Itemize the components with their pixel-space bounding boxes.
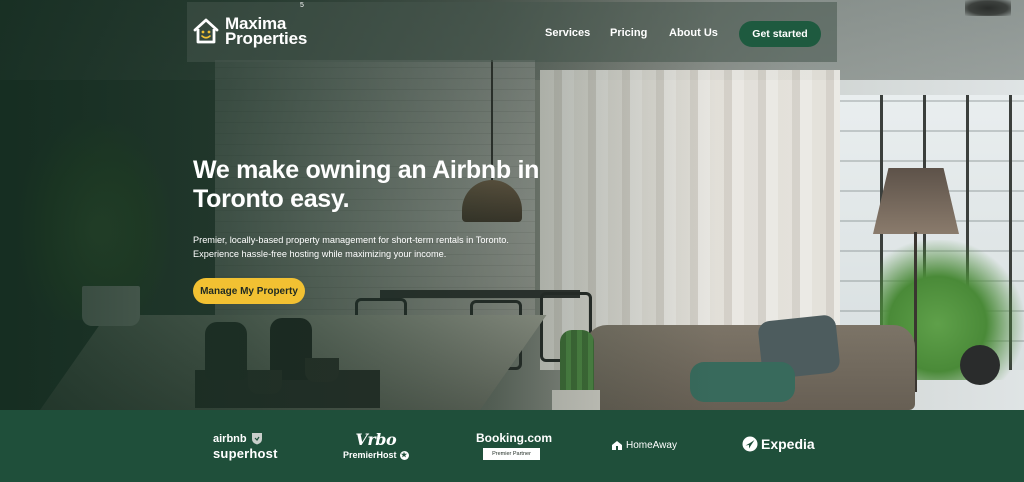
superhost-shield-icon — [251, 433, 262, 445]
superhost-wordmark: superhost — [213, 446, 278, 461]
star-badge-icon: ★ — [399, 450, 409, 460]
get-started-button[interactable]: Get started — [739, 21, 821, 47]
superscript-badge: 5 — [300, 2, 304, 9]
headline-line-2: Toronto easy. — [193, 185, 350, 213]
subtext-line-2: Experience hassle-free hosting while max… — [193, 248, 447, 259]
nav-link-services[interactable]: Services — [545, 27, 590, 39]
vrbo-premierhost-logo: Vrbo PremierHost ★ — [343, 430, 409, 460]
nav-link-about-us[interactable]: About Us — [669, 27, 718, 39]
nav-link-pricing[interactable]: Pricing — [610, 27, 647, 39]
house-logo-icon — [193, 18, 219, 44]
expedia-logo: Expedia — [742, 436, 815, 452]
hero-headline: We make owning an Airbnb in Toronto easy… — [193, 156, 553, 214]
airbnb-superhost-logo: airbnb superhost — [213, 432, 278, 462]
hero-subtext: Premier, locally-based property manageme… — [193, 234, 543, 261]
headline-line-1: We make owning an Airbnb in — [193, 156, 540, 184]
brand-logo[interactable]: Maxima Properties — [193, 15, 308, 48]
airbnb-wordmark: airbnb — [213, 432, 247, 445]
homeaway-wordmark: HomeAway — [626, 440, 677, 451]
premierhost-wordmark: PremierHost — [343, 450, 397, 460]
manage-my-property-button[interactable]: Manage My Property — [193, 278, 305, 304]
booking-premier-partner-logo: Booking.com Premier Partner — [476, 431, 552, 460]
premier-partner-pill: Premier Partner — [483, 448, 540, 460]
subtext-line-1: Premier, locally-based property manageme… — [193, 235, 509, 245]
plane-globe-icon — [742, 436, 758, 452]
brand-name: Maxima Properties — [225, 15, 308, 48]
expedia-wordmark: Expedia — [761, 436, 815, 452]
house-icon — [612, 441, 622, 450]
brand-line-2: Properties — [225, 29, 308, 48]
homeaway-logo: HomeAway — [611, 440, 677, 451]
vrbo-wordmark: Vrbo — [355, 430, 397, 449]
booking-wordmark: Booking.com — [476, 431, 553, 445]
